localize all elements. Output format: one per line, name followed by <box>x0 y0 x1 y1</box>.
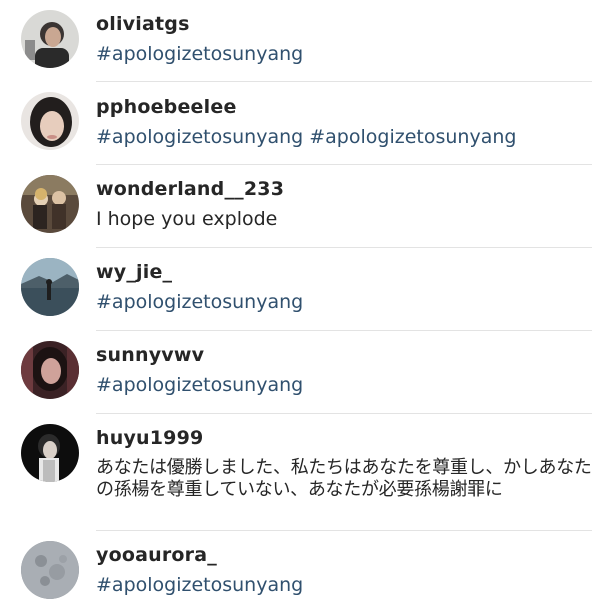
avatar[interactable] <box>21 258 79 316</box>
comment-item: yooaurora_ #apologizetosunyang <box>0 531 592 615</box>
comment-item: oliviatgs #apologizetosunyang <box>0 0 592 82</box>
avatar[interactable] <box>21 92 79 150</box>
comment-username[interactable]: pphoebeelee <box>96 95 588 119</box>
comment-body: wonderland__233 I hope you explode <box>96 177 588 230</box>
comment-item: wonderland__233 I hope you explode <box>0 165 592 248</box>
comment-text[interactable]: #apologizetosunyang #apologizetosunyang <box>96 126 588 148</box>
comment-item: huyu1999 あなたは優勝しました、私たちはあなたを尊重し、かしあなたの孫楊… <box>0 414 592 531</box>
comment-username[interactable]: wonderland__233 <box>96 177 588 201</box>
comment-item: pphoebeelee #apologizetosunyang #apologi… <box>0 82 592 165</box>
comment-text[interactable]: #apologizetosunyang <box>96 43 588 65</box>
comment-text[interactable]: I hope you explode <box>96 208 588 230</box>
avatar[interactable] <box>21 424 79 482</box>
comment-username[interactable]: wy_jie_ <box>96 260 588 284</box>
comment-username[interactable]: huyu1999 <box>96 426 588 450</box>
comment-body: yooaurora_ #apologizetosunyang <box>96 543 588 596</box>
comment-text[interactable]: #apologizetosunyang <box>96 574 588 596</box>
comment-body: oliviatgs #apologizetosunyang <box>96 12 588 65</box>
user-photo-icon <box>21 341 79 399</box>
comment-username[interactable]: oliviatgs <box>96 12 588 36</box>
user-photo-icon <box>21 424 79 482</box>
comment-text[interactable]: あなたは優勝しました、私たちはあなたを尊重し、かしあなたの孫楊を尊重していない、… <box>96 457 592 501</box>
avatar[interactable] <box>21 175 79 233</box>
comment-item: sunnyvwv #apologizetosunyang <box>0 331 592 414</box>
comment-body: wy_jie_ #apologizetosunyang <box>96 260 588 313</box>
comment-username[interactable]: yooaurora_ <box>96 543 588 567</box>
landscape-photo-icon <box>21 258 79 316</box>
avatar[interactable] <box>21 341 79 399</box>
comment-text[interactable]: #apologizetosunyang <box>96 374 588 396</box>
comment-item: wy_jie_ #apologizetosunyang <box>0 248 592 331</box>
comment-body: sunnyvwv #apologizetosunyang <box>96 343 588 396</box>
avatar[interactable] <box>21 10 79 68</box>
user-photo-icon <box>21 175 79 233</box>
user-photo-icon <box>21 10 79 68</box>
comment-username[interactable]: sunnyvwv <box>96 343 588 367</box>
comment-text[interactable]: #apologizetosunyang <box>96 291 588 313</box>
avatar[interactable] <box>21 541 79 599</box>
comment-body: huyu1999 あなたは優勝しました、私たちはあなたを尊重し、かしあなたの孫楊… <box>96 426 592 501</box>
moon-photo-icon <box>21 541 79 599</box>
comment-body: pphoebeelee #apologizetosunyang #apologi… <box>96 95 588 148</box>
user-photo-icon <box>21 92 79 150</box>
